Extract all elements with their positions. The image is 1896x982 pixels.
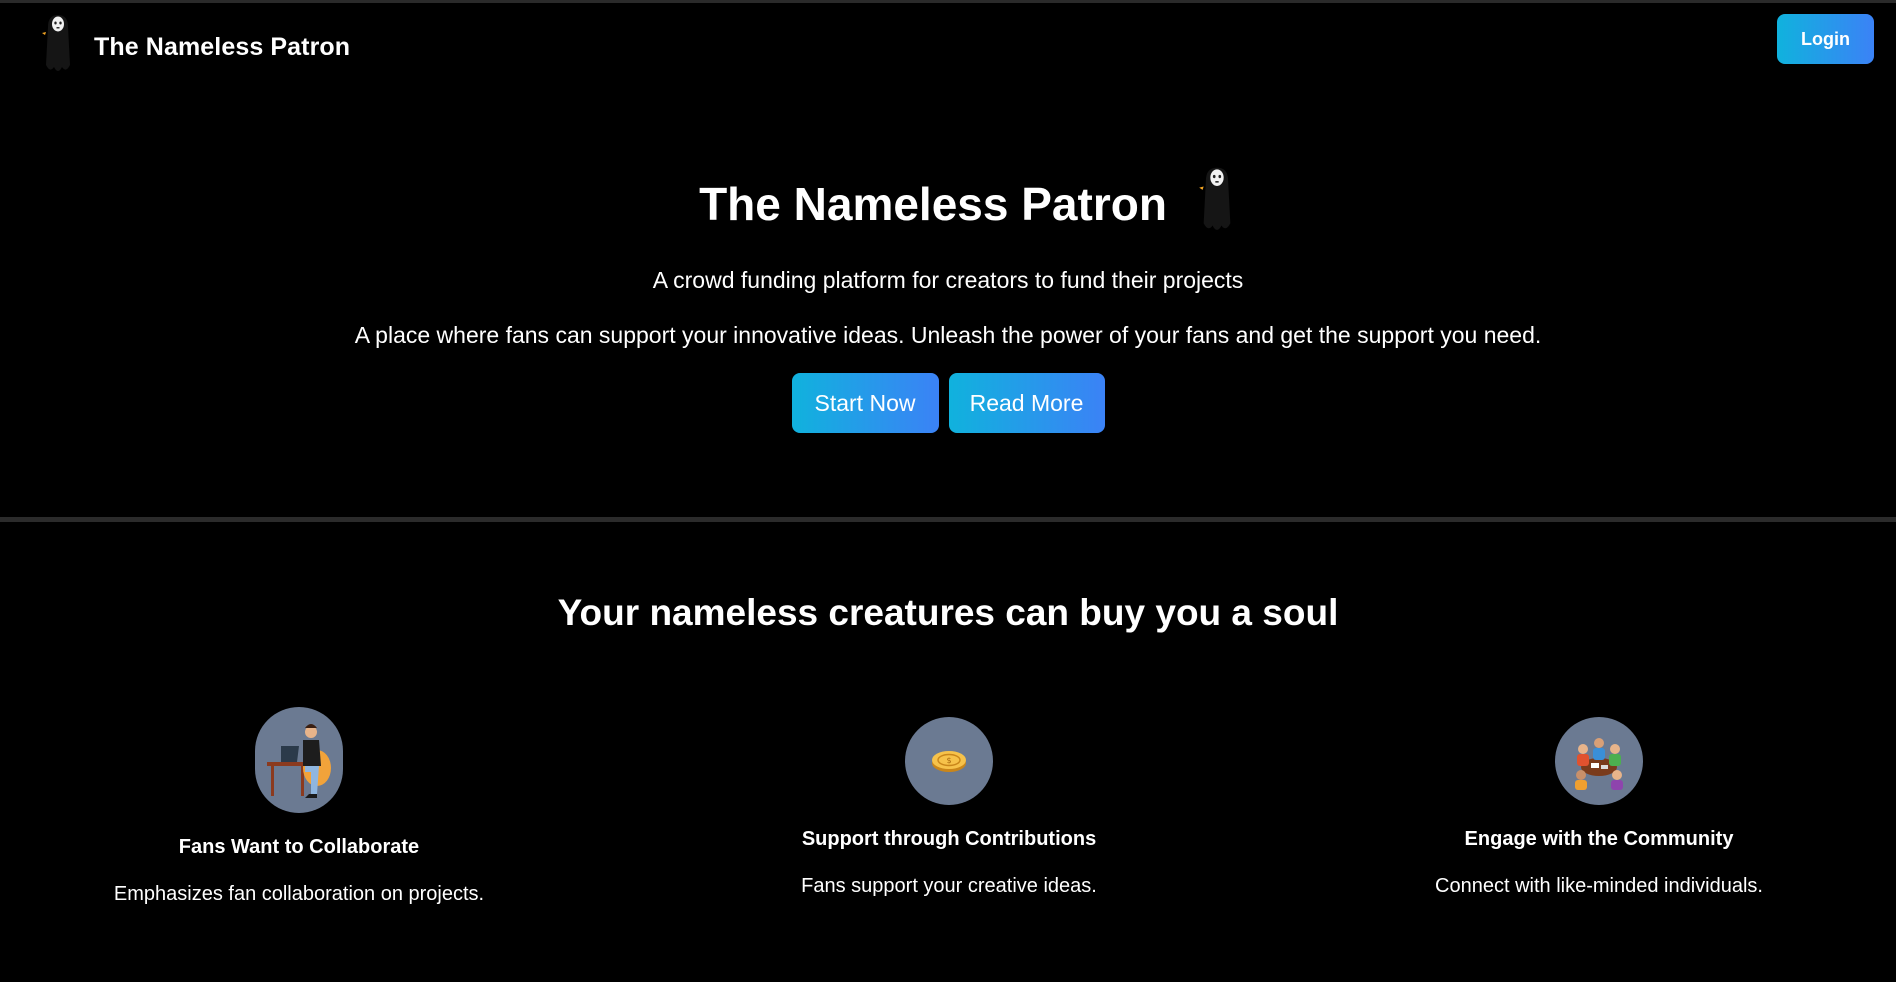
feature-title: Engage with the Community	[1464, 828, 1734, 850]
hero-subtitle: A crowd funding platform for creators to…	[652, 267, 1244, 293]
login-button[interactable]: Login	[1777, 14, 1874, 64]
features-title: Your nameless creatures can buy you a so…	[557, 592, 1339, 633]
feature-card: Engage with the Community Connect with l…	[1319, 717, 1879, 898]
svg-text:$: $	[946, 756, 951, 765]
coin-icon: $	[905, 717, 993, 805]
hero-title: The Nameless Patron	[699, 177, 1167, 230]
hero-buttons: Start Now Read More	[0, 373, 1896, 433]
feature-description: Fans support your creative ideas.	[801, 875, 1097, 897]
person-at-laptop-icon	[255, 707, 343, 813]
navbar: The Nameless Patron Login	[0, 3, 1896, 83]
community-group-icon	[1555, 717, 1643, 805]
hero-description: A place where fans can support your inno…	[354, 322, 1542, 348]
feature-title: Support through Contributions	[801, 828, 1097, 850]
feature-card: $ Support through Contributions Fans sup…	[669, 717, 1229, 898]
hero-title-row: The Nameless Patron	[0, 165, 1896, 242]
hero-section: The Nameless Patron A crowd funding plat…	[0, 83, 1896, 518]
read-more-button[interactable]: Read More	[948, 373, 1105, 433]
brand-title: The Nameless Patron	[94, 32, 351, 61]
features-section: Your nameless creatures can buy you a so…	[0, 522, 1896, 982]
feature-title: Fans Want to Collaborate	[178, 836, 420, 858]
feature-card: Fans Want to Collaborate Emphasizes fan …	[19, 707, 579, 906]
feature-description: Connect with like-minded individuals.	[1435, 875, 1763, 897]
brand[interactable]: The Nameless Patron	[40, 13, 351, 82]
no-face-spirit-icon	[1197, 165, 1237, 242]
feature-description: Emphasizes fan collaboration on projects…	[113, 883, 485, 905]
no-face-spirit-icon	[40, 13, 76, 82]
start-now-button[interactable]: Start Now	[791, 373, 939, 433]
